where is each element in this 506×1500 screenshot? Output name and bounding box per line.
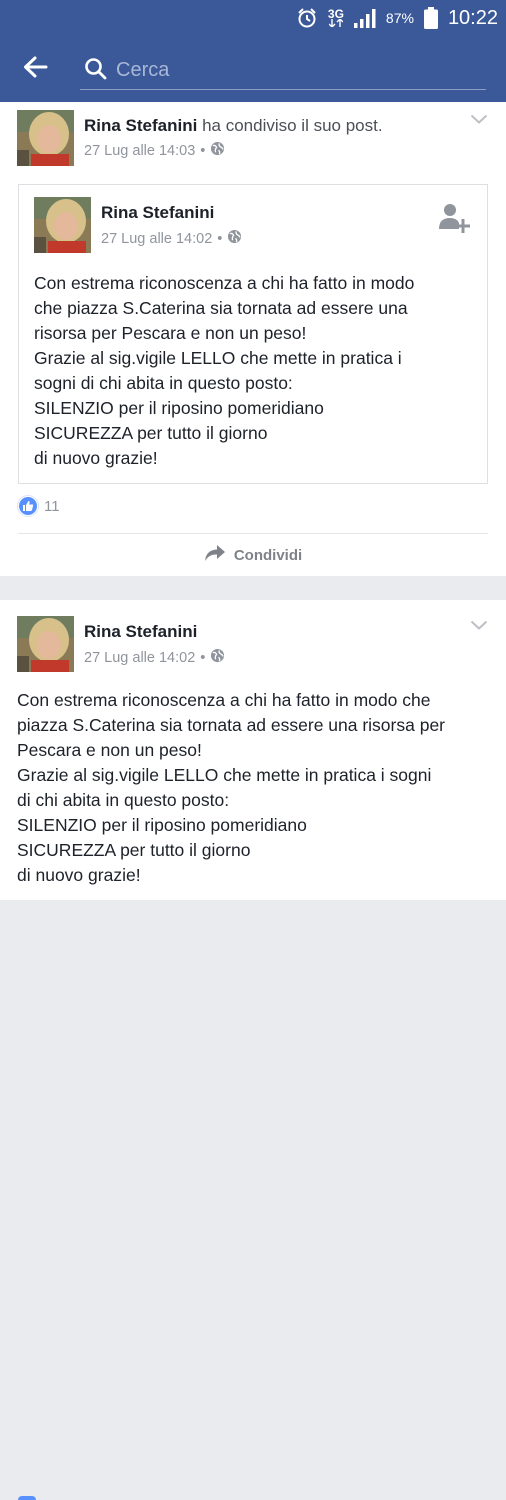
- shared-author-name[interactable]: Rina Stefanini: [101, 203, 214, 222]
- battery-percent: 87%: [385, 10, 414, 26]
- meta-separator: •: [200, 649, 206, 666]
- battery-icon: [423, 6, 438, 30]
- share-label: Condividi: [233, 546, 303, 564]
- story-header: Rina Stefanini ha condiviso il suo post.: [84, 116, 383, 136]
- thumbs-up-icon: [18, 496, 38, 516]
- meta-separator: •: [217, 230, 223, 247]
- status-bar-right: 3G 87% 10:22: [296, 6, 498, 30]
- status-bar: 3G 87% 10:22: [0, 0, 506, 36]
- back-button[interactable]: [20, 54, 50, 84]
- globe-icon: [210, 648, 225, 667]
- network-3g-icon: 3G: [328, 6, 344, 30]
- timestamp[interactable]: 27 Lug alle 14:02: [84, 650, 195, 666]
- shared-post-attachment[interactable]: Rina Stefanini 27 Lug alle 14:02 • Con e…: [18, 184, 488, 484]
- chevron-down-icon: [470, 111, 488, 129]
- shared-timestamp[interactable]: 27 Lug alle 14:02: [101, 231, 212, 247]
- search-icon: [84, 57, 108, 86]
- feed-story-shared: Rina Stefanini ha condiviso il suo post.…: [0, 102, 506, 576]
- shared-post-header: Rina Stefanini: [101, 203, 214, 223]
- feed-story-original: Rina Stefanini 27 Lug alle 14:02 • Con e…: [0, 600, 506, 1500]
- author-name[interactable]: Rina Stefanini: [84, 622, 197, 641]
- signal-icon: [353, 6, 376, 30]
- timestamp[interactable]: 27 Lug alle 14:03: [84, 143, 195, 159]
- story-meta: 27 Lug alle 14:02 •: [84, 648, 225, 667]
- chevron-down-icon: [470, 617, 488, 635]
- story-menu-button[interactable]: [467, 110, 491, 130]
- story-action: ha condiviso il suo post.: [197, 116, 383, 135]
- likes-count: 11: [44, 497, 60, 515]
- author-avatar[interactable]: [17, 110, 74, 166]
- network-type: 3G: [327, 7, 344, 21]
- add-friend-button[interactable]: [437, 201, 471, 235]
- shared-post-meta: 27 Lug alle 14:02 •: [101, 229, 242, 248]
- meta-separator: •: [200, 142, 206, 159]
- app-bar: [0, 36, 506, 102]
- story-meta: 27 Lug alle 14:03 •: [84, 141, 225, 160]
- author-name[interactable]: Rina Stefanini: [84, 116, 197, 135]
- post-text: Con estrema riconoscenza a chi ha fatto …: [17, 690, 446, 885]
- shared-author-avatar[interactable]: [34, 197, 91, 253]
- share-button[interactable]: Condividi: [0, 534, 506, 576]
- story-header: Rina Stefanini: [84, 622, 197, 642]
- reactions-summary[interactable]: 11: [18, 496, 60, 516]
- author-avatar[interactable]: [17, 616, 74, 672]
- reactions-peek: [18, 1496, 36, 1500]
- shared-post-text: Con estrema riconoscenza a chi ha fatto …: [34, 273, 415, 468]
- globe-icon: [227, 229, 242, 248]
- globe-icon: [210, 141, 225, 160]
- search-bar[interactable]: [80, 50, 486, 90]
- search-input[interactable]: [116, 54, 476, 86]
- story-menu-button[interactable]: [467, 616, 491, 636]
- share-arrow-icon: [204, 544, 226, 567]
- clock: 10:22: [447, 6, 498, 29]
- add-friend-icon: [437, 204, 471, 239]
- arrow-left-icon: [22, 55, 48, 84]
- alarm-icon: [296, 6, 318, 30]
